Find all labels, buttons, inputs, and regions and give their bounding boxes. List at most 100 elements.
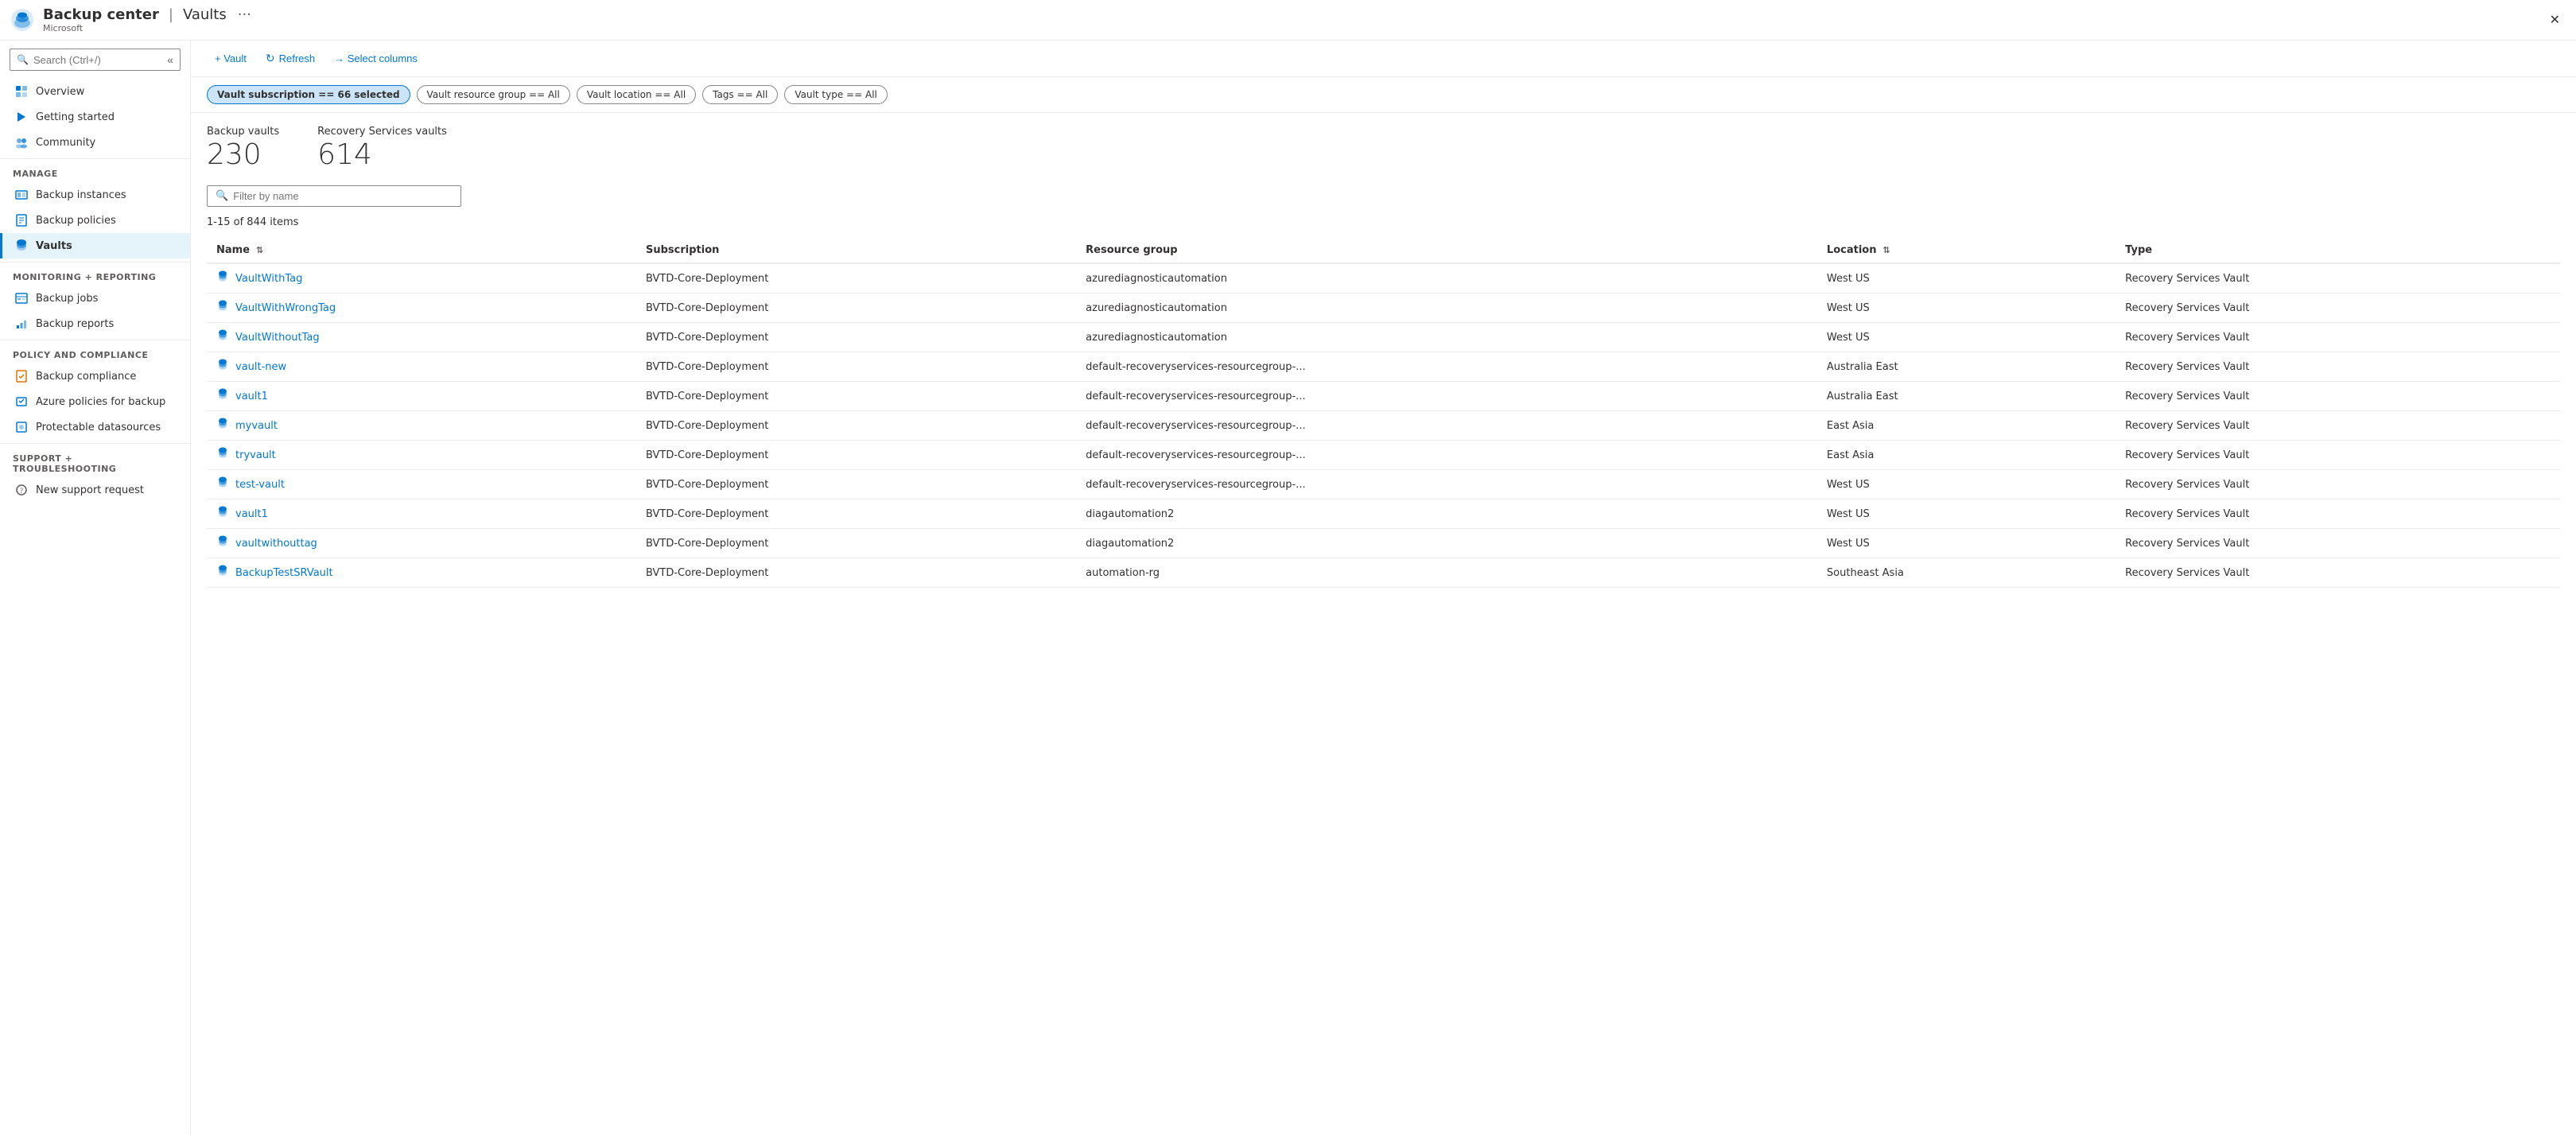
cell-name-2[interactable]: VaultWithoutTag [207,323,636,352]
community-icon [15,136,28,149]
vault-name-link-1[interactable]: VaultWithWrongTag [235,302,336,314]
table-row[interactable]: VaultWithTagBVTD-Core-Deploymentazuredia… [207,263,2560,293]
sidebar-item-label-new-support-request: New support request [36,484,144,496]
table-row[interactable]: tryvaultBVTD-Core-Deploymentdefault-reco… [207,441,2560,470]
cell-name-1[interactable]: VaultWithWrongTag [207,293,636,322]
main-content: + Vault ↻ Refresh → Select columns Vault… [191,41,2576,1135]
app-name: Backup center [43,6,159,23]
cell-name-7[interactable]: test-vault [207,470,636,499]
filter-chip-subscription[interactable]: Vault subscription == 66 selected [207,85,410,104]
cell-subscription-4: BVTD-Core-Deployment [636,382,1076,411]
col-header-subscription: Subscription [636,238,1076,263]
table-row[interactable]: VaultWithWrongTagBVTD-Core-Deploymentazu… [207,293,2560,323]
select-columns-button[interactable]: → Select columns [326,48,425,69]
table-row[interactable]: test-vaultBVTD-Core-Deploymentdefault-re… [207,470,2560,499]
col-header-name[interactable]: Name ⇅ [207,238,636,263]
vault-name-link-8[interactable]: vault1 [235,508,268,520]
cell-subscription-6: BVTD-Core-Deployment [636,441,1076,470]
cell-location-6: East Asia [1817,441,2116,470]
sidebar-item-label-azure-policies: Azure policies for backup [36,396,165,408]
cell-name-3[interactable]: vault-new [207,352,636,381]
vault-name-link-3[interactable]: vault-new [235,361,286,373]
table-row[interactable]: VaultWithoutTagBVTD-Core-Deploymentazure… [207,323,2560,352]
filter-icon: 🔍 [216,190,228,202]
col-header-location[interactable]: Location ⇅ [1817,238,2116,263]
cell-name-0[interactable]: VaultWithTag [207,264,636,293]
sidebar-item-backup-compliance[interactable]: Backup compliance [0,363,190,389]
vault-name-link-10[interactable]: BackupTestSRVault [235,567,333,579]
vaults-table: Name ⇅SubscriptionResource groupLocation… [207,238,2560,588]
backup-vaults-label: Backup vaults [207,126,279,138]
cell-name-10[interactable]: BackupTestSRVault [207,558,636,587]
sidebar-item-protectable-datasources[interactable]: Protectable datasources [0,414,190,440]
cell-name-8[interactable]: vault1 [207,499,636,528]
filter-input-wrap[interactable]: 🔍 [207,185,461,207]
sidebar-item-label-backup-jobs: Backup jobs [36,293,98,305]
nav-section-support-header: Support + troubleshooting [0,443,190,477]
sidebar-item-vaults[interactable]: Vaults [0,233,190,258]
cell-subscription-8: BVTD-Core-Deployment [636,499,1076,529]
cell-type-6: Recovery Services Vault [2116,441,2560,470]
vault-name-link-9[interactable]: vaultwithouttag [235,538,317,550]
sidebar-item-backup-reports[interactable]: Backup reports [0,311,190,336]
sidebar-item-overview[interactable]: Overview [0,79,190,104]
instances-icon [15,189,28,201]
cell-resourceGroup-2: azurediagnosticautomation [1076,323,1817,352]
sidebar-item-new-support-request[interactable]: ? New support request [0,477,190,503]
cell-resourceGroup-10: automation-rg [1076,558,1817,588]
more-options-dots[interactable]: ··· [238,6,251,23]
cell-location-3: Australia East [1817,352,2116,382]
policies-icon [15,214,28,227]
add-vault-button[interactable]: + Vault [207,48,254,69]
vault-row-icon [216,476,229,492]
cell-subscription-7: BVTD-Core-Deployment [636,470,1076,499]
cell-location-8: West US [1817,499,2116,529]
cell-type-5: Recovery Services Vault [2116,411,2560,441]
sidebar-item-getting-started[interactable]: Getting started [0,104,190,130]
filter-chip-tags[interactable]: Tags == All [702,85,778,104]
vault-name-link-5[interactable]: myvault [235,420,278,432]
table-row[interactable]: vault1BVTD-Core-Deploymentdefault-recove… [207,382,2560,411]
cell-name-6[interactable]: tryvault [207,441,636,469]
filter-chip-resourceGroup[interactable]: Vault resource group == All [417,85,570,104]
table-row[interactable]: BackupTestSRVaultBVTD-Core-Deploymentaut… [207,558,2560,588]
sidebar-item-label-getting-started: Getting started [36,111,115,123]
sidebar-item-azure-policies[interactable]: Azure policies for backup [0,389,190,414]
table-row[interactable]: vault-newBVTD-Core-Deploymentdefault-rec… [207,352,2560,382]
cell-location-10: Southeast Asia [1817,558,2116,588]
vault-name-link-4[interactable]: vault1 [235,391,268,402]
table-row[interactable]: vault1BVTD-Core-Deploymentdiagautomation… [207,499,2560,529]
cell-type-7: Recovery Services Vault [2116,470,2560,499]
cell-name-5[interactable]: myvault [207,411,636,440]
cell-type-3: Recovery Services Vault [2116,352,2560,382]
vault-row-icon [216,418,229,433]
compliance-icon [15,370,28,383]
cell-name-4[interactable]: vault1 [207,382,636,410]
filter-chip-location[interactable]: Vault location == All [577,85,696,104]
vault-name-link-2[interactable]: VaultWithoutTag [235,332,320,344]
vault-row-icon [216,388,229,404]
datasources-icon [15,421,28,433]
filter-by-name-input[interactable] [233,190,453,202]
vault-name-link-0[interactable]: VaultWithTag [235,273,302,285]
table-row[interactable]: myvaultBVTD-Core-Deploymentdefault-recov… [207,411,2560,441]
cell-subscription-9: BVTD-Core-Deployment [636,529,1076,558]
search-box[interactable]: 🔍 « [10,49,181,71]
cell-name-9[interactable]: vaultwithouttag [207,529,636,558]
cell-subscription-3: BVTD-Core-Deployment [636,352,1076,382]
sidebar-item-backup-instances[interactable]: Backup instances [0,182,190,208]
collapse-sidebar-button[interactable]: « [167,53,173,66]
app-body: 🔍 « OverviewGetting startedCommunityMana… [0,41,2576,1135]
support-icon: ? [15,484,28,496]
sidebar-item-backup-policies[interactable]: Backup policies [0,208,190,233]
table-row[interactable]: vaultwithouttagBVTD-Core-Deploymentdiaga… [207,529,2560,558]
close-button[interactable]: ✕ [2543,9,2566,31]
sidebar-item-backup-jobs[interactable]: Backup jobs [0,286,190,311]
vault-name-link-7[interactable]: test-vault [235,479,285,491]
backup-vaults-stat: Backup vaults 230 [207,126,279,169]
search-input[interactable] [33,54,167,66]
filter-chip-vaultType[interactable]: Vault type == All [784,85,888,104]
sidebar-item-community[interactable]: Community [0,130,190,155]
vault-name-link-6[interactable]: tryvault [235,449,276,461]
refresh-button[interactable]: ↻ Refresh [258,47,323,70]
